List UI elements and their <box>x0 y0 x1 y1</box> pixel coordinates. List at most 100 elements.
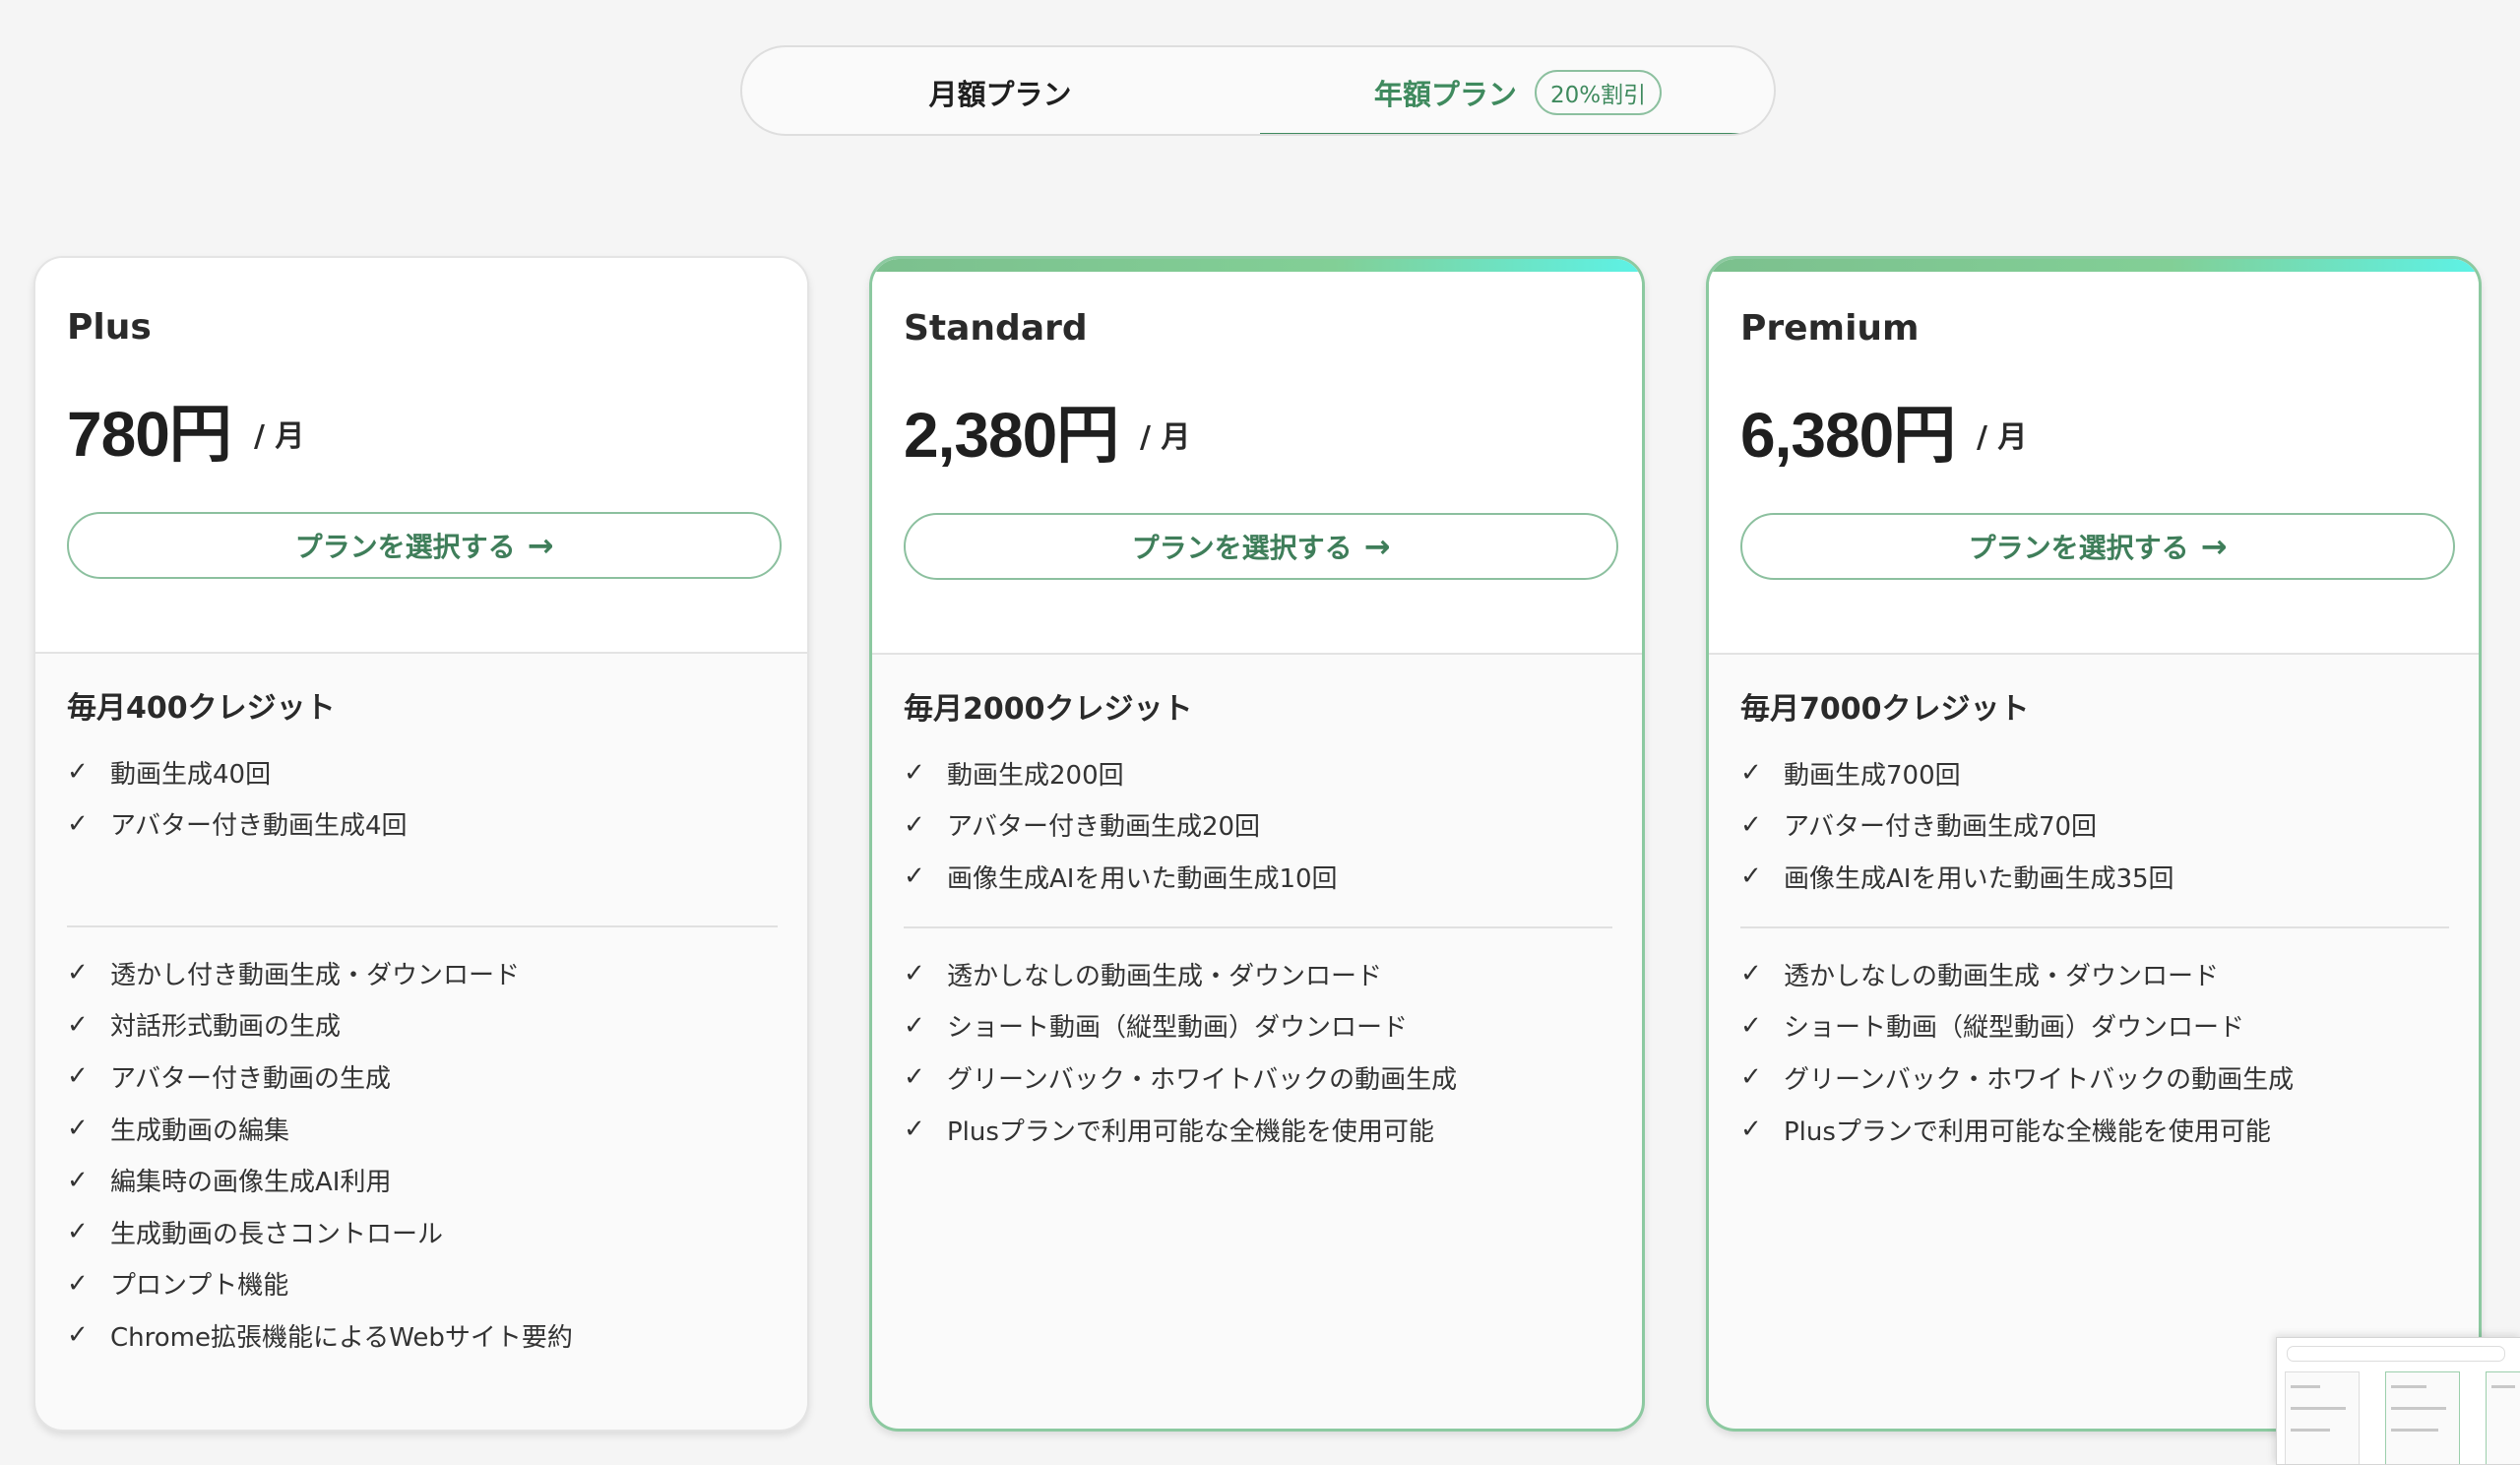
discount-badge: 20%割引 <box>1534 70 1663 115</box>
thumbnail-toggle-shape <box>2287 1346 2505 1362</box>
feature-list: ✓ 透かし付き動画生成・ダウンロード ✓ 対話形式動画の生成 ✓ アバター付き動画の生… <box>67 947 573 1362</box>
thumbnail-line <box>2291 1385 2320 1388</box>
select-plan-button[interactable]: プランを選択する → <box>904 513 1618 580</box>
check-icon: ✓ <box>67 958 89 988</box>
check-icon: ✓ <box>1740 758 1762 789</box>
highlight-bar <box>872 259 1642 272</box>
check-icon: ✓ <box>67 1217 89 1247</box>
check-icon: ✓ <box>904 1010 925 1041</box>
arrow-right-icon: → <box>527 527 554 564</box>
check-icon: ✓ <box>67 1114 89 1144</box>
list-item: ✓ 生成動画の編集 <box>67 1114 290 1146</box>
list-item: ✓ グリーンバック・ホワイトバックの動画生成 <box>1740 1062 2295 1095</box>
check-icon: ✓ <box>67 1165 89 1195</box>
check-icon: ✓ <box>1740 809 1762 840</box>
plan-price: 2,380円 <box>904 400 1119 471</box>
list-item: ✓ 画像生成AIを用いた動画生成35回 <box>1740 861 2174 894</box>
thumbnail-line <box>2291 1407 2346 1410</box>
monthly-credits: 毎月7000クレジット <box>1740 692 2030 727</box>
select-plan-button[interactable]: プランを選択する → <box>1740 513 2455 580</box>
select-plan-button[interactable]: プランを選択する → <box>67 512 782 579</box>
list-item: ✓ プロンプト機能 <box>67 1268 289 1302</box>
check-icon: ✓ <box>1740 1062 1762 1093</box>
tab-annual-label: 年額プラン <box>1373 78 1517 111</box>
select-plan-label: プランを選択する <box>294 531 516 563</box>
plan-card-plus: Plus 780円 / 月 プランを選択する → 毎月400クレジット ✓ 動画生… <box>33 256 809 1432</box>
list-item: ✓ 生成動画の長さコントロール <box>67 1217 444 1249</box>
plan-name: Standard <box>904 308 1088 349</box>
select-plan-label: プランを選択する <box>1131 532 1353 564</box>
billing-period-toggle: 月額プラン 年額プラン 20%割引 <box>740 45 1776 136</box>
monthly-credits: 毎月400クレジット <box>67 691 336 726</box>
thumbnail-line <box>2391 1385 2426 1388</box>
check-icon: ✓ <box>67 1009 89 1040</box>
quota-feature-list: ✓ 動画生成40回 ✓ アバター付き動画生成4回 <box>67 746 408 850</box>
plan-card-standard: Standard 2,380円 / 月 プランを選択する → 毎月2000クレジ… <box>869 256 1645 1432</box>
highlight-bar <box>1709 259 2479 272</box>
check-icon: ✓ <box>904 861 925 892</box>
check-icon: ✓ <box>1740 1115 1762 1145</box>
price-period: / 月 <box>1977 420 2028 455</box>
divider <box>67 925 778 927</box>
check-icon: ✓ <box>67 808 89 839</box>
list-item: ✓ 動画生成700回 <box>1740 758 1961 791</box>
tab-monthly-plan[interactable]: 月額プラン <box>742 47 1258 134</box>
monthly-credits: 毎月2000クレジット <box>904 692 1193 727</box>
check-icon: ✓ <box>67 1268 89 1299</box>
list-item: ✓ グリーンバック・ホワイトバックの動画生成 <box>904 1062 1458 1095</box>
plan-card-header: Plus 780円 / 月 プランを選択する → <box>35 258 807 654</box>
check-icon: ✓ <box>904 809 925 840</box>
plan-card-header: Premium 6,380円 / 月 プランを選択する → <box>1709 259 2479 655</box>
list-item: ✓ 編集時の画像生成AI利用 <box>67 1165 392 1198</box>
list-item: ✓ Chrome拡張機能によるWebサイト要約 <box>67 1320 573 1353</box>
divider <box>1740 926 2449 928</box>
list-item: ✓ 対話形式動画の生成 <box>67 1009 342 1043</box>
check-icon: ✓ <box>1740 1010 1762 1041</box>
list-item: ✓ 動画生成200回 <box>904 758 1124 791</box>
feature-list: ✓ 透かしなしの動画生成・ダウンロード ✓ ショート動画（縦型動画）ダウンロード ✓… <box>1740 948 2294 1155</box>
arrow-right-icon: → <box>1363 528 1391 565</box>
plan-name: Premium <box>1740 308 1920 349</box>
feature-list: ✓ 透かしなしの動画生成・ダウンロード ✓ ショート動画（縦型動画）ダウンロード ✓… <box>904 948 1457 1155</box>
check-icon: ✓ <box>1740 959 1762 989</box>
plan-price: 6,380円 <box>1740 400 1956 471</box>
plan-card-premium: Premium 6,380円 / 月 プランを選択する → 毎月7000クレジッ… <box>1706 256 2482 1432</box>
price-period: / 月 <box>254 419 305 454</box>
list-item: ✓ 画像生成AIを用いた動画生成10回 <box>904 861 1338 894</box>
list-item: ✓ Plusプランで利用可能な全機能を使用可能 <box>1740 1115 2271 1147</box>
list-item: ✓ Plusプランで利用可能な全機能を使用可能 <box>904 1115 1434 1147</box>
check-icon: ✓ <box>904 1062 925 1093</box>
thumbnail-line <box>2491 1385 2515 1388</box>
list-item: ✓ ショート動画（縦型動画）ダウンロード <box>904 1010 1409 1044</box>
thumbnail-line <box>2391 1429 2438 1432</box>
plan-card-header: Standard 2,380円 / 月 プランを選択する → <box>872 259 1642 655</box>
list-item: ✓ アバター付き動画生成20回 <box>904 809 1261 843</box>
select-plan-label: プランを選択する <box>1968 532 2189 564</box>
list-item: ✓ 透かしなしの動画生成・ダウンロード <box>1740 959 2220 991</box>
screenshot-thumbnail[interactable] <box>2276 1337 2520 1465</box>
quota-feature-list: ✓ 動画生成700回 ✓ アバター付き動画生成70回 ✓ 画像生成AIを用いた動画生成… <box>1740 747 2174 903</box>
plan-price: 780円 <box>67 399 232 470</box>
list-item: ✓ アバター付き動画生成4回 <box>67 808 408 842</box>
check-icon: ✓ <box>67 1320 89 1351</box>
tab-monthly-label: 月額プラン <box>928 78 1072 111</box>
list-item: ✓ アバター付き動画生成70回 <box>1740 809 2098 843</box>
list-item: ✓ 透かし付き動画生成・ダウンロード <box>67 958 521 990</box>
arrow-right-icon: → <box>2200 528 2228 565</box>
check-icon: ✓ <box>67 1061 89 1092</box>
check-icon: ✓ <box>904 1115 925 1145</box>
thumbnail-line <box>2291 1429 2330 1432</box>
thumbnail-line <box>2391 1407 2446 1410</box>
tab-annual-plan[interactable]: 年額プラン 20%割引 <box>1260 47 1774 134</box>
list-item: ✓ 動画生成40回 <box>67 757 272 790</box>
list-item: ✓ 透かしなしの動画生成・ダウンロード <box>904 959 1383 991</box>
check-icon: ✓ <box>904 758 925 789</box>
divider <box>904 926 1612 928</box>
check-icon: ✓ <box>904 959 925 989</box>
check-icon: ✓ <box>1740 861 1762 892</box>
list-item: ✓ ショート動画（縦型動画）ダウンロード <box>1740 1010 2245 1044</box>
list-item: ✓ アバター付き動画の生成 <box>67 1061 391 1094</box>
check-icon: ✓ <box>67 757 89 788</box>
price-period: / 月 <box>1140 420 1191 455</box>
plan-name: Plus <box>67 307 152 348</box>
